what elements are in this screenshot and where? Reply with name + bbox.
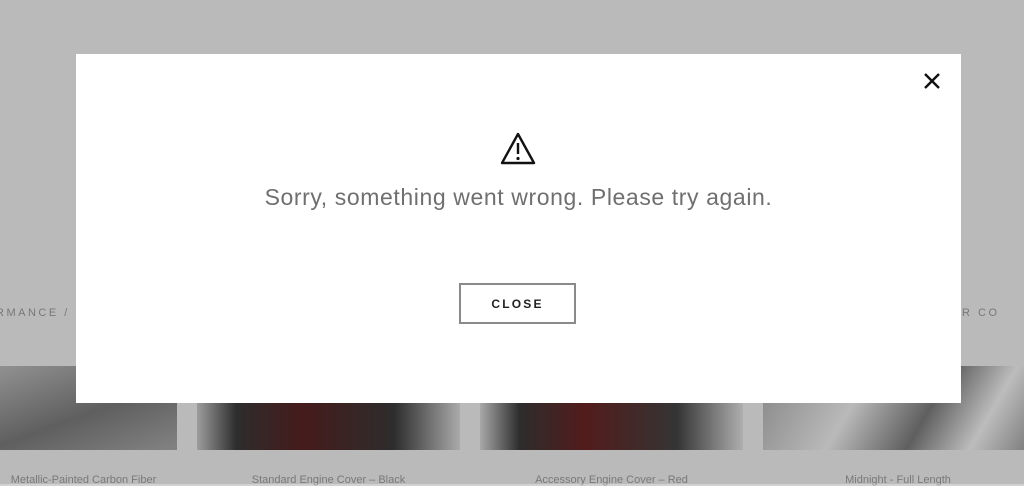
error-message: Sorry, something went wrong. Please try … xyxy=(264,184,773,210)
error-dialog: Sorry, something went wrong. Please try … xyxy=(76,54,961,403)
close-icon[interactable] xyxy=(921,70,943,92)
close-button[interactable]: CLOSE xyxy=(459,283,576,324)
warning-triangle-icon xyxy=(500,132,536,166)
